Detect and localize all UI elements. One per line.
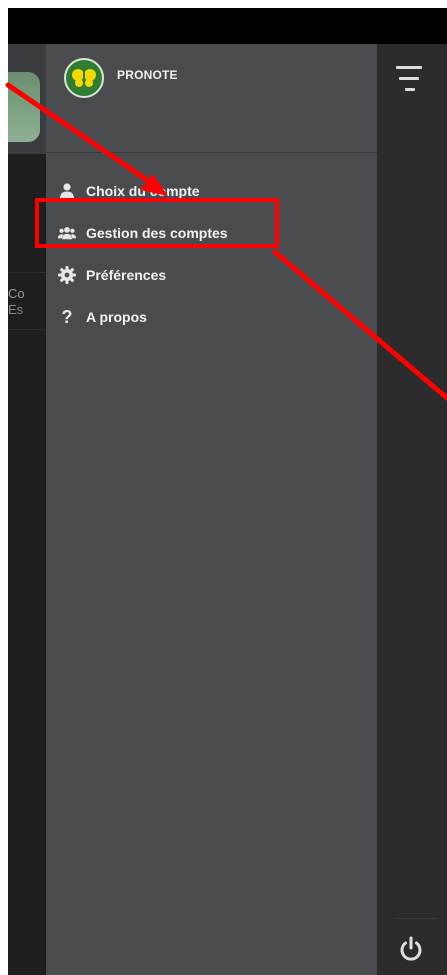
list-item-subtitle: Es [8,302,24,317]
phone-screen: Co Es PRONOTE Choix du compte Gestion de… [8,8,447,975]
status-bar [8,8,447,44]
background-header [8,44,46,154]
menu-item-label: Préférences [86,267,167,283]
background-app: Co Es [8,44,46,975]
app-name: PRONOTE [117,68,178,82]
power-icon[interactable] [397,935,425,963]
list-item-title: Co [8,286,25,301]
hamburger-menu-icon[interactable] [396,66,424,96]
drawer-header: PRONOTE [46,44,377,153]
list-item [8,272,46,330]
menu-item-label: A propos [86,309,147,325]
navigation-drawer: PRONOTE Choix du compte Gestion des comp… [46,44,377,975]
gear-icon [58,266,76,284]
question-icon: ? [61,306,73,327]
app-content-edge [377,44,447,975]
butterfly-logo-icon [64,58,104,98]
divider [397,918,437,919]
menu-item-label: Choix du compte [86,183,200,199]
menu-item-a-propos[interactable]: ? A propos [46,300,377,334]
avatar [8,72,40,142]
menu-item-preferences[interactable]: Préférences [46,258,377,292]
annotation-highlight-box [35,198,279,248]
